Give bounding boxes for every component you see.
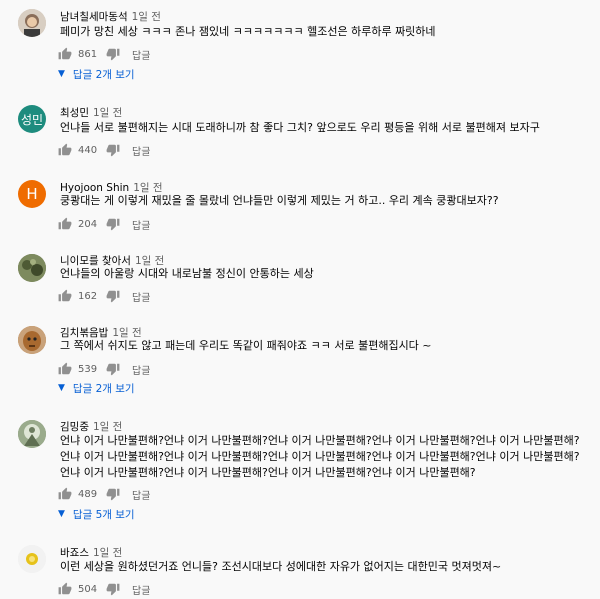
comment-text: 그 쪽에서 쉬지도 않고 패는데 우리도 똑같이 패줘야죠 ㅋㅋ 서로 불편해집… [60, 339, 432, 352]
thumb-down-icon[interactable] [106, 143, 120, 157]
comment-header: 김밍중 1일 전 [60, 419, 122, 434]
comment-header: 최성민 1일 전 [60, 105, 122, 120]
reply-button[interactable]: 답글 [132, 143, 150, 158]
comment-text: 페미가 망친 세상 ㅋㅋㅋ 존나 잼있네 ㅋㅋㅋㅋㅋㅋㅋ 헬조선은 하루하루 짜… [60, 25, 436, 38]
thumb-up-icon[interactable] [58, 47, 72, 61]
thumb-up-icon[interactable] [58, 143, 72, 157]
comment-text: 이런 세상을 원하셨던거죠 언니들? 조선시대보다 성에대한 자유가 없어지는 … [60, 560, 502, 573]
thumb-down-icon[interactable] [106, 289, 120, 303]
thumb-up-icon[interactable] [58, 582, 72, 596]
like-count: 539 [78, 363, 98, 375]
comment-time[interactable]: 1일 전 [93, 547, 122, 559]
triangle-down-icon: ▼ [58, 509, 65, 519]
avatar[interactable] [18, 326, 46, 354]
comment-time[interactable]: 1일 전 [93, 421, 122, 433]
avatar[interactable]: H [18, 180, 46, 208]
thumb-up-icon[interactable] [58, 289, 72, 303]
thumb-up-icon[interactable] [58, 362, 72, 376]
comment-header: 바죠스 1일 전 [60, 545, 122, 560]
view-replies-label: 답글 2개 보기 [72, 68, 135, 81]
comment-author[interactable]: 김밍중 [60, 421, 89, 433]
view-replies-label: 답글 2개 보기 [72, 382, 135, 395]
like-count: 162 [78, 290, 98, 302]
reply-button[interactable]: 답글 [132, 217, 150, 232]
reply-button[interactable]: 답글 [132, 47, 150, 62]
comment-text: 언냐들 서로 불편해지는 시대 도래하니까 참 좋다 그치? 앞으로도 우리 평… [60, 121, 540, 134]
reply-button[interactable]: 답글 [132, 289, 150, 304]
like-count: 861 [78, 48, 98, 60]
comment-actions: 204 답글 [58, 216, 150, 232]
view-replies-button[interactable]: ▼ 답글 2개 보기 [58, 380, 135, 396]
view-replies-button[interactable]: ▼ 답글 5개 보기 [58, 506, 135, 522]
avatar-letter: H [26, 185, 38, 203]
comment-author[interactable]: 바죠스 [60, 547, 89, 559]
avatar[interactable] [18, 254, 46, 282]
view-replies-button[interactable]: ▼ 답글 2개 보기 [58, 66, 135, 82]
comment-actions: 861 답글 [58, 46, 150, 62]
thumb-down-icon[interactable] [106, 487, 120, 501]
triangle-down-icon: ▼ [58, 383, 65, 393]
comment-actions: 440 답글 [58, 142, 150, 158]
comment-time[interactable]: 1일 전 [132, 11, 161, 23]
comment-actions: 489 답글 [58, 486, 150, 502]
comment-author[interactable]: 남녀칠세마동석 [60, 11, 128, 23]
comment-text: 쿵쾅대는 게 이렇게 재밌을 줄 몰랐네 언냐들만 이렇게 제밌는 거 하고..… [60, 194, 499, 207]
avatar[interactable] [18, 9, 46, 37]
comment-actions: 504 답글 [58, 581, 150, 597]
comment-text: 언냐들의 아울랑 시대와 내로남불 정신이 안통하는 세상 [60, 267, 314, 280]
thumb-down-icon[interactable] [106, 582, 120, 596]
avatar[interactable] [18, 420, 46, 448]
thumb-up-icon[interactable] [58, 487, 72, 501]
thumb-down-icon[interactable] [106, 362, 120, 376]
reply-button[interactable]: 답글 [132, 362, 150, 377]
thumb-up-icon[interactable] [58, 217, 72, 231]
comment-header: 남녀칠세마동석 1일 전 [60, 9, 161, 24]
like-count: 504 [78, 583, 98, 595]
thumb-down-icon[interactable] [106, 217, 120, 231]
reply-button[interactable]: 답글 [132, 582, 150, 597]
comment-author[interactable]: 최성민 [60, 107, 89, 119]
avatar[interactable] [18, 545, 46, 573]
comment-time[interactable]: 1일 전 [93, 107, 122, 119]
reply-button[interactable]: 답글 [132, 487, 150, 502]
thumb-down-icon[interactable] [106, 47, 120, 61]
avatar[interactable]: 성민 [18, 105, 46, 133]
avatar-letter: 성민 [20, 112, 44, 127]
comment-text: 언냐 이거 나만불편해?언냐 이거 나만불편해?언냐 이거 나만불편해?언냐 이… [60, 434, 580, 479]
like-count: 440 [78, 144, 98, 156]
like-count: 204 [78, 218, 98, 230]
comment-actions: 539 답글 [58, 361, 150, 377]
view-replies-label: 답글 5개 보기 [72, 508, 135, 521]
triangle-down-icon: ▼ [58, 69, 65, 79]
like-count: 489 [78, 488, 98, 500]
comment-actions: 162 답글 [58, 288, 150, 304]
